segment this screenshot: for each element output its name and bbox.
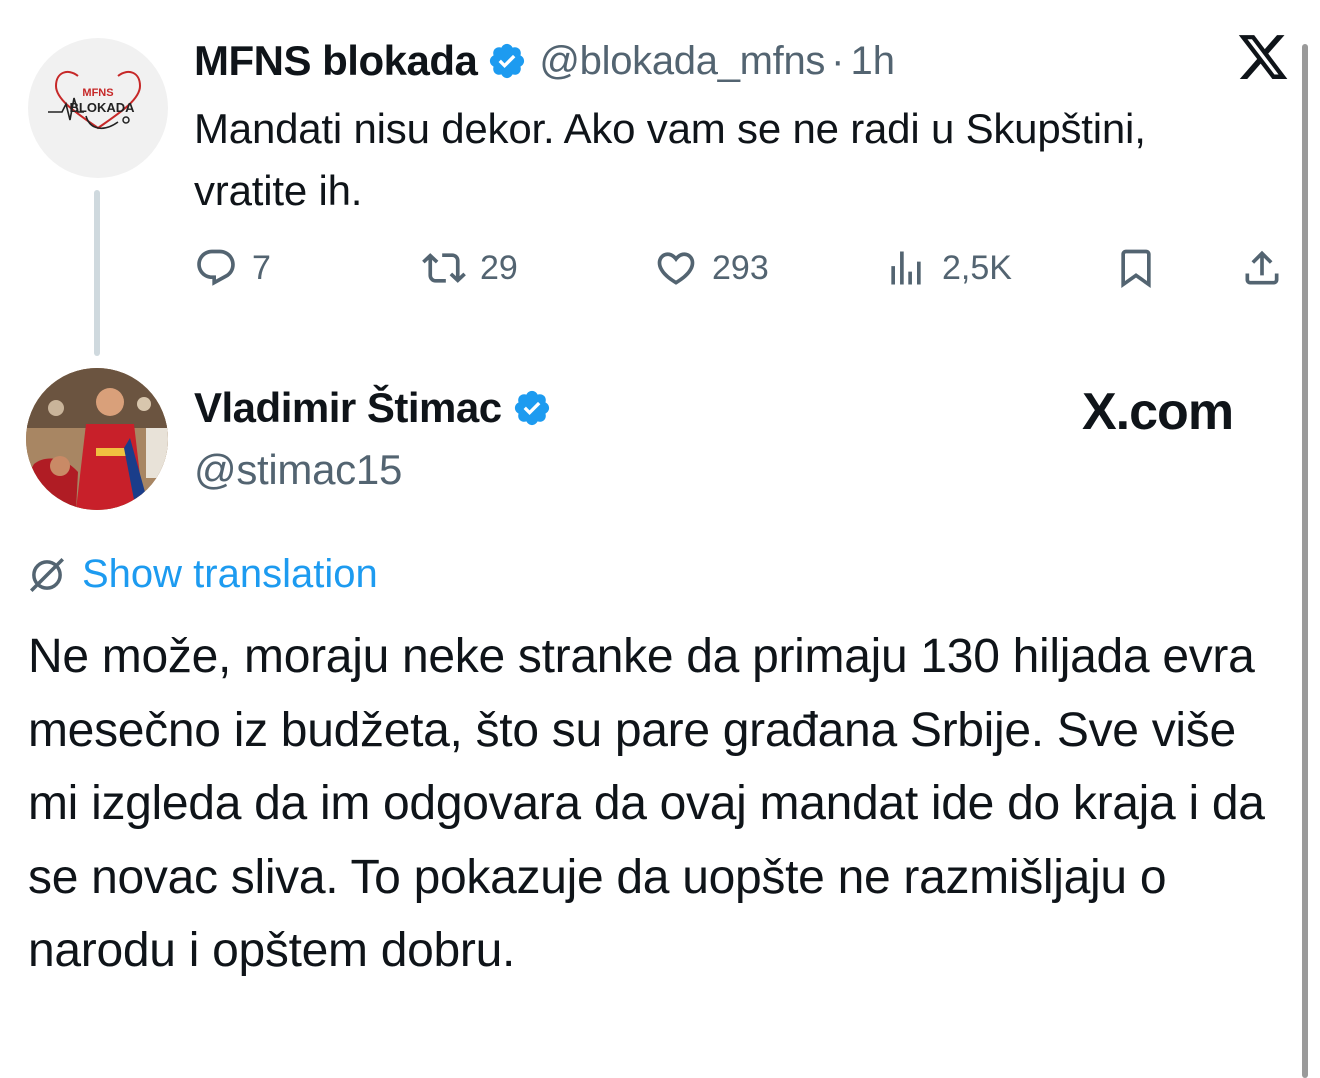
bookmark-icon	[1121, 249, 1151, 289]
show-translation-label[interactable]: Show translation	[82, 552, 378, 597]
reply-count: 7	[252, 248, 271, 287]
repost-count: 29	[480, 248, 518, 287]
display-name[interactable]: Vladimir Štimac	[194, 384, 502, 432]
views-button[interactable]: 2,5K	[884, 240, 1012, 296]
svg-text:MFNS: MFNS	[82, 87, 113, 99]
x-logo-icon[interactable]	[1236, 30, 1290, 84]
show-translation-link[interactable]: Show translation	[26, 552, 378, 597]
like-button[interactable]: 293	[654, 240, 769, 296]
bookmark-button[interactable]	[1114, 240, 1158, 296]
reply-header: Vladimir Štimac	[194, 384, 552, 432]
translate-icon	[30, 557, 64, 592]
x-com-label: X.com	[1082, 383, 1234, 441]
thread-line	[94, 190, 100, 356]
mfns-logo: MFNS BLOKADA	[48, 70, 142, 130]
share-button[interactable]	[1240, 240, 1284, 296]
verified-badge-icon	[514, 390, 549, 426]
separator-dot: ·	[831, 38, 845, 83]
repost-button[interactable]: 29	[422, 240, 518, 296]
tweet-actions: 7 29 293 2,5K	[194, 240, 1294, 296]
parent-tweet-header: MFNS blokada @blokada_mfns · 1h	[194, 36, 895, 86]
reply-tweet-text: Ne može, moraju neke stranke da primaju …	[28, 630, 1265, 977]
avatar-mfns-blokada[interactable]: MFNS BLOKADA	[28, 38, 168, 178]
verified-badge-icon	[490, 43, 525, 79]
avatar-vladimir-stimac[interactable]	[26, 368, 168, 510]
timestamp[interactable]: 1h	[850, 39, 895, 84]
views-icon	[891, 251, 921, 285]
display-name[interactable]: MFNS blokada	[194, 37, 478, 85]
reply-button[interactable]: 7	[194, 240, 271, 296]
like-count: 293	[712, 248, 769, 287]
reply-icon	[197, 249, 235, 286]
scrollbar[interactable]	[1302, 44, 1308, 1078]
parent-tweet-text: Mandati nisu dekor. Ako vam se ne radi u…	[194, 105, 1146, 214]
repost-icon	[422, 253, 466, 283]
handle[interactable]: @blokada_mfns	[539, 39, 825, 84]
like-icon	[657, 252, 695, 285]
views-count: 2,5K	[942, 248, 1012, 287]
handle[interactable]: @stimac15	[194, 446, 402, 494]
avatar-photo	[26, 368, 168, 510]
share-icon	[1245, 250, 1279, 285]
